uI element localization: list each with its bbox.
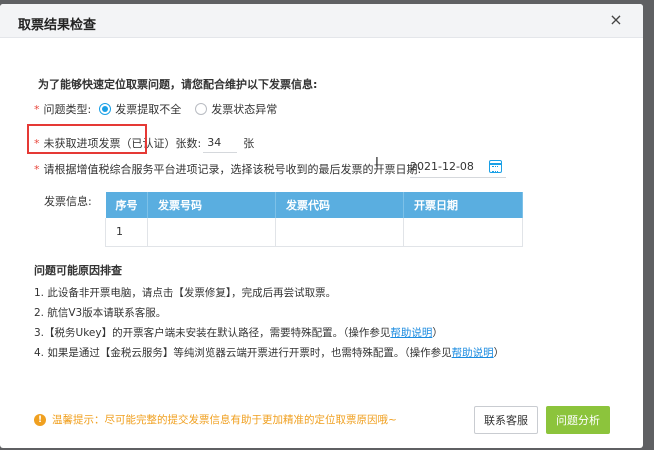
table-row: 1 (105, 218, 523, 247)
radio-label: 发票状态异常 (211, 103, 278, 116)
invoice-date-row: * 请根据增值税综合服务平台进项记录，选择该税号收到的最后发票的开票日期: (34, 161, 421, 177)
unfetched-count-row: * 未获取进项发票（已认证）张数: 张 (34, 133, 254, 153)
help-link[interactable]: 帮助说明 (452, 347, 494, 359)
required-mark: * (34, 162, 40, 176)
col-header: 序号 (105, 192, 148, 218)
invoice-info-label: 发票信息: (44, 195, 92, 208)
dialog-header: 取票结果检查 × (0, 4, 643, 38)
text-cursor-icon: I (375, 156, 379, 171)
reason-text: 4. 如果是通过【金税云服务】等纯浏览器云端开票进行开票时，也需特殊配置。（操作… (34, 347, 452, 359)
invoice-table: 序号 发票号码 发票代码 开票日期 1 (105, 192, 523, 247)
unit-label: 张 (243, 137, 255, 150)
radio-status-abnormal[interactable]: 发票状态异常 (195, 101, 277, 117)
col-header: 开票日期 (403, 192, 523, 218)
reason-text: 3.【税务Ukey】的开票客户端未安装在默认路径，需要特殊配置。（操作参见 (34, 327, 391, 339)
radio-label: 发票提取不全 (115, 103, 182, 116)
col-header: 发票代码 (275, 192, 404, 218)
problem-type-row: * 问题类型: 发票提取不全 发票状态异常 (34, 101, 291, 117)
tip-text: 温馨提示：尽可能完整的提交发票信息有助于更加精准的定位取票原因哦~ (52, 414, 397, 426)
reason-item: 1. 此设备非开票电脑，请点击【发票修复】，完成后再尝试取票。 (34, 285, 336, 300)
radio-checked-icon (99, 103, 112, 115)
table-cell[interactable] (147, 218, 276, 247)
intro-text: 为了能够快速定位取票问题，请您配合维护以下发票信息: (38, 78, 318, 91)
analyze-button[interactable]: 问题分析 (546, 406, 610, 434)
required-mark: * (34, 102, 40, 116)
reason-text: 1. 此设备非开票电脑，请点击【发票修复】，完成后再尝试取票。 (34, 287, 337, 299)
contact-support-button[interactable]: 联系客服 (474, 406, 538, 434)
help-link[interactable]: 帮助说明 (390, 327, 432, 339)
table-header-row: 序号 发票号码 发票代码 开票日期 (105, 192, 523, 218)
calendar-icon[interactable] (489, 160, 502, 173)
close-icon[interactable]: × (607, 11, 625, 29)
troubleshoot-title: 问题可能原因排查 (34, 264, 122, 277)
reason-item: 4. 如果是通过【金税云服务】等纯浏览器云端开票进行开票时，也需特殊配置。（操作… (34, 345, 504, 360)
reason-text: 2. 航信V3版本请联系客服。 (34, 307, 167, 319)
unfetched-label: 未获取进项发票（已认证）张数: (43, 137, 202, 150)
reason-item: 2. 航信V3版本请联系客服。 (34, 305, 166, 320)
col-header: 发票号码 (147, 192, 276, 218)
radio-fetch-incomplete[interactable]: 发票提取不全 (99, 101, 181, 117)
dialog-title: 取票结果检查 (18, 18, 97, 33)
table-cell[interactable] (275, 218, 404, 247)
warning-icon: ! (34, 413, 46, 426)
check-result-dialog: 取票结果检查 × 为了能够快速定位取票问题，请您配合维护以下发票信息: * 问题… (0, 4, 643, 448)
table-cell: 1 (105, 218, 148, 247)
required-mark: * (34, 136, 40, 150)
tip-row: ! 温馨提示：尽可能完整的提交发票信息有助于更加精准的定位取票原因哦~ (34, 412, 397, 427)
date-prompt: 请根据增值税综合服务平台进项记录，选择该税号收到的最后发票的开票日期: (43, 163, 422, 176)
reason-suffix: ） (493, 347, 505, 359)
radio-unchecked-icon (195, 103, 208, 115)
table-cell[interactable] (403, 218, 523, 247)
problem-type-label: 问题类型: (43, 103, 92, 116)
unfetched-count-input[interactable] (203, 133, 238, 153)
reason-item: 3.【税务Ukey】的开票客户端未安装在默认路径，需要特殊配置。（操作参见帮助说… (34, 325, 443, 340)
reason-suffix: ） (432, 327, 443, 339)
